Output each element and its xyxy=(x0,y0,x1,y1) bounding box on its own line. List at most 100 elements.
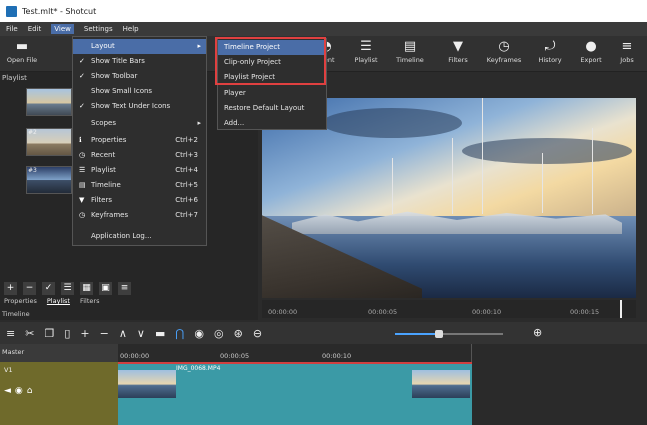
view-menu-properties[interactable]: ℹ Properties Ctrl+2 xyxy=(73,133,206,148)
shortcut: Ctrl+5 xyxy=(175,181,198,189)
timeline-menu-icon[interactable]: ≡ xyxy=(6,327,15,340)
zoom-out-icon[interactable]: ⊖ xyxy=(253,327,262,340)
title-bar: Test.mlt* - Shotcut xyxy=(0,0,647,22)
eye-icon[interactable]: ◉ xyxy=(15,386,27,396)
append-icon[interactable]: + xyxy=(80,327,89,340)
playlist-thumb-1[interactable] xyxy=(26,88,72,116)
view-menu-show-title-bars[interactable]: ✓ Show Title Bars xyxy=(73,54,206,69)
clock-icon: ◷ xyxy=(79,151,86,159)
list-icon: ☰ xyxy=(360,39,372,54)
tab-filters[interactable]: Filters xyxy=(80,297,99,309)
history-button[interactable]: ⤾ History xyxy=(530,38,570,64)
ripple-delete-icon[interactable]: − xyxy=(100,327,109,340)
ruler-label: 00:00:15 xyxy=(570,308,600,316)
ripple-icon[interactable]: ◎ xyxy=(214,327,224,340)
cut-icon[interactable]: ✂ xyxy=(25,327,34,340)
timeline-tracks: Master V1 ◄◉⌂ 00:00:00 00:00:05 00:00:10… xyxy=(0,344,647,425)
player-time-ruler[interactable]: 00:00:00 00:00:05 00:00:10 00:00:15 xyxy=(262,300,636,318)
ripple-all-icon[interactable]: ⊛ xyxy=(234,327,243,340)
master-track-label: Master xyxy=(2,348,25,356)
chevron-right-icon: ▸ xyxy=(197,119,201,127)
menu-view[interactable]: View xyxy=(51,24,74,34)
copy-icon[interactable]: ❐ xyxy=(44,327,54,340)
timeline-icon: ▤ xyxy=(403,39,417,54)
playlist-controls: + − ✓ ☰ ▦ ▣ ≡ xyxy=(0,280,258,296)
scrub-icon[interactable]: ◉ xyxy=(194,327,204,340)
view-menu-show-text-under-icons[interactable]: ✓ Show Text Under Icons xyxy=(73,99,206,114)
tab-properties[interactable]: Properties xyxy=(4,297,37,309)
history-icon: ⤾ xyxy=(544,39,556,54)
view-menu-filters[interactable]: ▼ Filters Ctrl+6 xyxy=(73,193,206,208)
lock-icon[interactable]: ⌂ xyxy=(27,386,37,396)
view-menu-show-toolbar[interactable]: ✓ Show Toolbar xyxy=(73,69,206,84)
icons-view-icon[interactable]: ▣ xyxy=(99,281,112,295)
cloud xyxy=(322,108,462,138)
timeline-clip[interactable]: IMG_0068.MP4 xyxy=(118,362,472,425)
stopwatch-icon: ◷ xyxy=(79,211,86,219)
tab-playlist[interactable]: Playlist xyxy=(47,297,70,309)
mute-icon[interactable]: ◄ xyxy=(4,386,15,396)
check-icon[interactable]: ✓ xyxy=(42,281,55,295)
menu-edit[interactable]: Edit xyxy=(28,25,42,33)
info-icon: ℹ xyxy=(79,136,82,144)
view-menu-application-log[interactable]: Application Log... xyxy=(73,229,206,244)
view-menu-recent[interactable]: ◷ Recent Ctrl+3 xyxy=(73,148,206,163)
zoom-slider[interactable] xyxy=(395,330,503,338)
snap-magnet-icon[interactable]: ⋂ xyxy=(175,327,184,340)
menu-settings[interactable]: Settings xyxy=(84,25,113,33)
layout-add[interactable]: Add... xyxy=(218,116,326,131)
player-playhead[interactable] xyxy=(620,300,622,318)
jobs-button[interactable]: ≡ Jobs xyxy=(607,38,647,64)
view-menu: Layout ▸ ✓ Show Title Bars ✓ Show Toolbar S… xyxy=(72,36,207,246)
layout-restore-default[interactable]: Restore Default Layout xyxy=(218,101,326,116)
shotcut-app-icon xyxy=(6,5,17,17)
remove-icon[interactable]: − xyxy=(23,281,36,295)
playlist-panel-title: Playlist xyxy=(2,74,27,82)
v1-track-label: V1 xyxy=(4,366,13,374)
filters-button[interactable]: ▼ Filters xyxy=(438,38,478,64)
zoom-slider-knob[interactable] xyxy=(435,330,443,338)
mast xyxy=(542,153,543,213)
view-menu-scopes[interactable]: Scopes ▸ xyxy=(73,116,206,131)
track-controls: ◄◉⌂ xyxy=(4,386,37,396)
keyframes-button[interactable]: ◷ Keyframes xyxy=(484,38,524,64)
details-view-icon[interactable]: ☰ xyxy=(61,281,74,295)
view-menu-playlist[interactable]: ☰ Playlist Ctrl+4 xyxy=(73,163,206,178)
view-menu-show-small-icons[interactable]: Show Small Icons xyxy=(73,84,206,99)
menu-bar: File Edit View Settings Help xyxy=(0,22,647,36)
database-icon: ≡ xyxy=(621,39,633,54)
overwrite-icon[interactable]: ∨ xyxy=(137,327,145,340)
view-menu-layout[interactable]: Layout ▸ xyxy=(73,39,206,54)
clip-name: IMG_0068.MP4 xyxy=(176,365,221,372)
export-button[interactable]: ● Export xyxy=(571,38,611,64)
view-menu-timeline[interactable]: ▤ Timeline Ctrl+5 xyxy=(73,178,206,193)
menu-file[interactable]: File xyxy=(6,25,18,33)
paste-icon[interactable]: ▯ xyxy=(64,327,70,340)
timeline-toolbar: ≡ ✂ ❐ ▯ + − ∧ ∨ ▬ ⋂ ◉ ◎ ⊛ ⊖ xyxy=(0,322,647,344)
thumb-label-3: #3 xyxy=(28,167,37,174)
zoom-in-icon[interactable]: ⊕ xyxy=(533,326,542,339)
ruler-label: 00:00:05 xyxy=(220,352,250,360)
playlist-button[interactable]: ☰ Playlist xyxy=(346,38,386,64)
view-menu-keyframes[interactable]: ◷ Keyframes Ctrl+7 xyxy=(73,208,206,223)
mast xyxy=(592,128,593,214)
ruler-label: 00:00:10 xyxy=(472,308,502,316)
split-icon[interactable]: ▬ xyxy=(155,327,165,340)
timeline-button[interactable]: ▤ Timeline xyxy=(390,38,430,64)
layout-player[interactable]: Player xyxy=(218,86,326,101)
menu-icon[interactable]: ≡ xyxy=(118,281,131,295)
folder-icon: ▬ xyxy=(15,39,29,54)
menu-help[interactable]: Help xyxy=(123,25,139,33)
add-icon[interactable]: + xyxy=(4,281,17,295)
chevron-right-icon: ▸ xyxy=(197,42,201,50)
timeline-ruler[interactable]: 00:00:00 00:00:05 00:00:10 xyxy=(118,344,472,362)
v1-track-header[interactable]: V1 ◄◉⌂ xyxy=(0,362,118,425)
cloud xyxy=(462,138,632,164)
window-title: Test.mlt* - Shotcut xyxy=(22,6,97,16)
timeline-icon: ▤ xyxy=(79,181,86,189)
lift-icon[interactable]: ∧ xyxy=(119,327,127,340)
tiles-view-icon[interactable]: ▦ xyxy=(80,281,93,295)
export-icon: ● xyxy=(585,39,597,54)
open-file-button[interactable]: ▬ Open File xyxy=(2,38,42,64)
filter-icon: ▼ xyxy=(79,196,85,204)
